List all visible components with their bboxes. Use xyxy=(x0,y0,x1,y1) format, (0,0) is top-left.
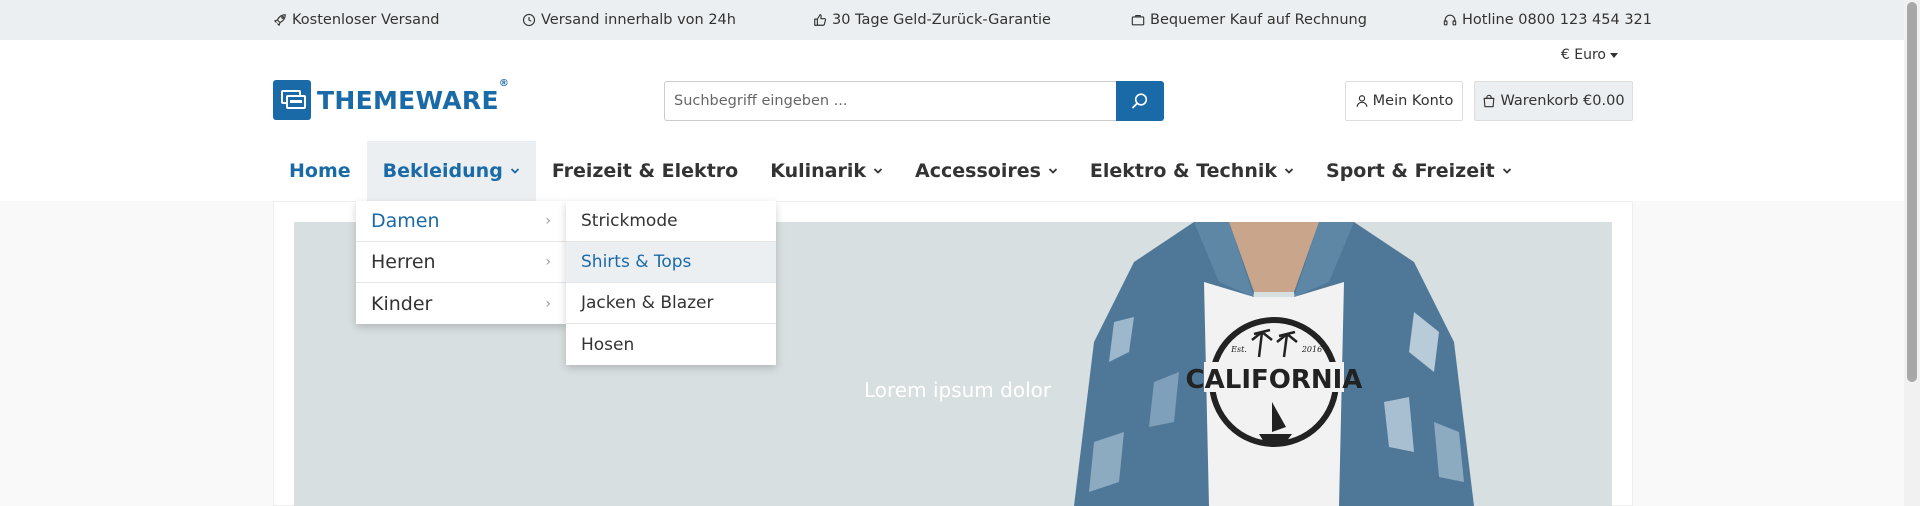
chevron-right-icon: › xyxy=(545,295,551,312)
clock-icon xyxy=(522,13,536,27)
topbar-item-label: Kostenloser Versand xyxy=(292,12,440,28)
search-icon xyxy=(1132,93,1148,109)
nav-item-label: Kulinarik xyxy=(770,160,867,182)
dropdown-item-shirts-tops[interactable]: Shirts & Tops xyxy=(566,242,776,283)
rocket-icon xyxy=(274,14,286,26)
logo-text: THEMEWARE® xyxy=(317,77,510,115)
chevron-down-icon xyxy=(1284,168,1294,174)
topbar-item-label: Versand innerhalb von 24h xyxy=(541,12,736,28)
nav-item-label: Accessoires xyxy=(915,160,1041,182)
logo-mark-icon xyxy=(273,80,311,120)
chevron-right-icon: › xyxy=(545,254,551,270)
page-scrollbar[interactable] xyxy=(1904,0,1920,506)
chevron-down-icon xyxy=(510,168,519,174)
site-header: € Euro THEMEWARE® Mein Konto Warenkorb €… xyxy=(0,40,1904,201)
dropdown-item-label: Kinder xyxy=(371,292,433,315)
chevron-right-icon: › xyxy=(545,213,551,229)
nav-item-freizeit-elektro[interactable]: Freizeit & Elektro xyxy=(536,141,754,201)
currency-label: € Euro xyxy=(1560,47,1606,63)
dropdown-item-hosen[interactable]: Hosen xyxy=(566,324,776,365)
topbar-item-delivery-time: Versand innerhalb von 24h xyxy=(522,0,736,40)
shirt-print-text: CALIFORNIA xyxy=(1186,365,1363,395)
cart-button[interactable]: Warenkorb €0.00 xyxy=(1474,81,1633,121)
account-button[interactable]: Mein Konto xyxy=(1345,81,1463,121)
topbar-item-invoice: Bequemer Kauf auf Rechnung xyxy=(1131,0,1367,40)
dropdown-item-damen[interactable]: Damen › xyxy=(356,201,566,242)
site-logo[interactable]: THEMEWARE® xyxy=(273,77,510,120)
headset-icon xyxy=(1443,14,1457,26)
topbar-item-shipping: Kostenloser Versand xyxy=(273,0,439,40)
currency-selector[interactable]: € Euro xyxy=(1561,47,1618,63)
dropdown-item-herren[interactable]: Herren › xyxy=(356,242,566,283)
search-input[interactable] xyxy=(664,81,1116,121)
chevron-down-icon xyxy=(1048,168,1058,174)
hero-headline: Lorem ipsum dolor xyxy=(864,378,1052,402)
caret-down-icon xyxy=(1610,52,1618,58)
dropdown-item-jacken-blazer[interactable]: Jacken & Blazer xyxy=(566,283,776,324)
nav-item-sport-freizeit[interactable]: Sport & Freizeit xyxy=(1310,141,1528,201)
shirt-print-est: Est. xyxy=(1230,345,1247,354)
topbar-item-hotline: Hotline 0800 123 454 321 xyxy=(1443,0,1652,40)
user-icon xyxy=(1356,95,1368,107)
nav-item-elektro-technik[interactable]: Elektro & Technik xyxy=(1074,141,1310,201)
nav-item-label: Freizeit & Elektro xyxy=(551,160,739,182)
scrollbar-thumb[interactable] xyxy=(1907,2,1917,382)
nav-item-label: Bekleidung xyxy=(382,160,503,182)
chevron-down-icon xyxy=(873,168,883,174)
top-info-bar: Kostenloser Versand Versand innerhalb vo… xyxy=(0,0,1904,40)
account-label: Mein Konto xyxy=(1372,93,1454,109)
hero-model-image: CALIFORNIA Est. 2016 xyxy=(1074,222,1474,506)
topbar-item-label: Hotline 0800 123 454 321 xyxy=(1462,12,1652,28)
nav-item-home[interactable]: Home xyxy=(273,141,367,201)
nav-item-kulinarik[interactable]: Kulinarik xyxy=(754,141,899,201)
dropdown-item-label: Herren xyxy=(371,251,436,273)
dropdown-item-label: Jacken & Blazer xyxy=(581,293,714,313)
thumbs-up-icon xyxy=(814,14,827,26)
dropdown-level1: Damen › Herren › Kinder › xyxy=(356,201,566,324)
shopping-bag-icon xyxy=(1484,94,1495,108)
nav-item-bekleidung[interactable]: Bekleidung xyxy=(366,141,536,201)
briefcase-icon xyxy=(1131,15,1145,26)
nav-item-label: Home xyxy=(289,160,351,182)
main-navigation: Home Bekleidung Freizeit & Elektro Kulin… xyxy=(273,141,1528,201)
cart-label: Warenkorb €0.00 xyxy=(1500,93,1625,109)
chevron-down-icon xyxy=(1502,168,1511,174)
dropdown-item-label: Strickmode xyxy=(581,211,678,231)
dropdown-item-label: Hosen xyxy=(581,334,635,355)
shirt-print-year: 2016 xyxy=(1301,345,1322,354)
nav-item-accessoires[interactable]: Accessoires xyxy=(899,141,1074,201)
topbar-item-label: 30 Tage Geld-Zurück-Garantie xyxy=(832,12,1051,28)
nav-item-label: Sport & Freizeit xyxy=(1326,160,1495,182)
search-bar xyxy=(664,81,1164,121)
dropdown-item-label: Shirts & Tops xyxy=(581,252,692,272)
search-button[interactable] xyxy=(1116,81,1164,121)
dropdown-item-strickmode[interactable]: Strickmode xyxy=(566,201,776,242)
dropdown-item-kinder[interactable]: Kinder › xyxy=(356,283,566,324)
dropdown-item-label: Damen xyxy=(371,210,440,232)
dropdown-level2: Strickmode Shirts & Tops Jacken & Blazer… xyxy=(566,201,776,365)
topbar-item-guarantee: 30 Tage Geld-Zurück-Garantie xyxy=(813,0,1051,40)
topbar-item-label: Bequemer Kauf auf Rechnung xyxy=(1150,12,1367,28)
nav-item-label: Elektro & Technik xyxy=(1089,160,1278,182)
